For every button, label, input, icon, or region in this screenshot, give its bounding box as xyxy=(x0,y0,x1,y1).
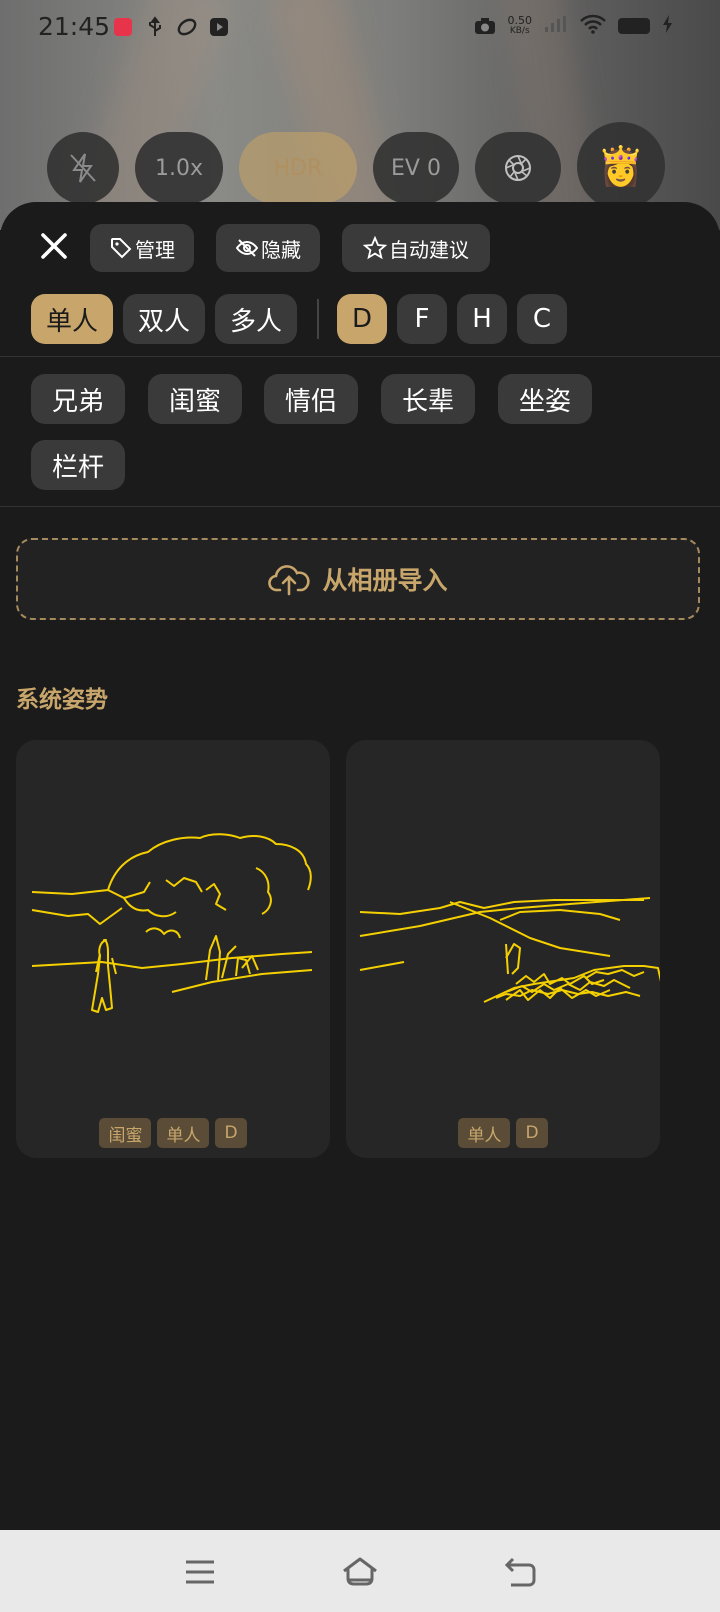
flash-button[interactable] xyxy=(47,132,119,204)
home-button[interactable] xyxy=(340,1552,380,1592)
card-badge: 单人 xyxy=(458,1118,511,1148)
pose-sketch-tree-icon xyxy=(31,833,313,1013)
system-nav-bar xyxy=(0,1530,720,1612)
flash-off-icon xyxy=(70,153,96,183)
menu-button[interactable] xyxy=(180,1552,220,1592)
section-title: 系统姿势 xyxy=(16,687,108,713)
wifi-icon xyxy=(580,14,606,38)
back-icon xyxy=(504,1557,536,1587)
status-time: 21:45 xyxy=(38,12,111,41)
tag-besties[interactable]: 闺蜜 xyxy=(148,374,242,424)
signal-icon xyxy=(544,15,568,37)
card-badge: 单人 xyxy=(157,1118,210,1148)
tag-sitting[interactable]: 坐姿 xyxy=(498,374,592,424)
import-from-album-button[interactable]: 从相册导入 xyxy=(16,538,700,620)
tag-icon xyxy=(111,238,132,259)
menu-icon xyxy=(186,1560,214,1584)
back-button[interactable] xyxy=(500,1552,540,1592)
pose-card[interactable]: 闺蜜 单人 D xyxy=(16,740,330,1158)
filter-letter-c[interactable]: C xyxy=(517,294,567,344)
panel-toolbar: 管理 隐藏 自动建议 xyxy=(0,222,720,272)
filter-letter-f[interactable]: F xyxy=(397,294,447,344)
charging-icon xyxy=(662,14,674,38)
tag-brothers[interactable]: 兄弟 xyxy=(31,374,125,424)
card-badges: 单人 D xyxy=(346,1118,660,1148)
filter-multi[interactable]: 多人 xyxy=(215,294,297,344)
manage-button[interactable]: 管理 xyxy=(90,224,194,272)
pose-sketch-landscape-icon xyxy=(359,897,660,1003)
zoom-button[interactable]: 1.0x xyxy=(135,132,223,204)
auto-suggest-button[interactable]: 自动建议 xyxy=(342,224,490,272)
tag-railing[interactable]: 栏杆 xyxy=(31,440,125,490)
tag-couple[interactable]: 情侣 xyxy=(264,374,358,424)
status-bar: 21:45 0.50 KB/s xyxy=(0,0,720,56)
card-badge: 闺蜜 xyxy=(99,1118,152,1148)
card-badge: D xyxy=(516,1118,548,1148)
eye-off-icon xyxy=(235,239,259,257)
video-icon xyxy=(208,16,230,38)
aperture-button[interactable] xyxy=(475,132,561,204)
camera-controls: 1.0x HDR EV 0 👸 xyxy=(47,122,681,210)
pose-panel: 管理 隐藏 自动建议 单人 双人 多人 D F H C 兄弟 闺蜜 情侣 长辈 … xyxy=(0,202,720,1532)
app-notification-icon xyxy=(112,16,134,38)
camera-icon xyxy=(474,15,496,37)
filter-divider xyxy=(317,299,319,339)
tag-elders[interactable]: 长辈 xyxy=(381,374,475,424)
filter-single[interactable]: 单人 xyxy=(31,294,113,344)
battery-icon xyxy=(618,18,650,34)
pose-avatar-button[interactable]: 👸 xyxy=(577,122,665,210)
divider xyxy=(0,506,720,507)
filter-letter-h[interactable]: H xyxy=(457,294,507,344)
sync-icon xyxy=(176,16,198,38)
filter-letter-d[interactable]: D xyxy=(337,294,387,344)
filter-double[interactable]: 双人 xyxy=(123,294,205,344)
home-icon xyxy=(343,1557,377,1586)
pose-card[interactable]: 单人 D xyxy=(346,740,660,1158)
card-badges: 闺蜜 单人 D xyxy=(16,1118,330,1148)
close-icon xyxy=(41,233,67,259)
princess-icon: 👸 xyxy=(597,143,645,188)
ev-button[interactable]: EV 0 xyxy=(373,132,459,204)
close-button[interactable] xyxy=(36,226,72,266)
hdr-button[interactable]: HDR xyxy=(239,132,357,204)
usb-icon xyxy=(144,16,166,38)
hide-button[interactable]: 隐藏 xyxy=(216,224,320,272)
cloud-upload-icon xyxy=(268,565,311,596)
star-icon xyxy=(363,236,387,260)
card-badge: D xyxy=(215,1118,247,1148)
divider xyxy=(0,356,720,357)
net-speed: 0.50 KB/s xyxy=(507,14,533,36)
filter-row: 单人 双人 多人 D F H C xyxy=(31,294,577,344)
aperture-icon xyxy=(505,155,531,181)
